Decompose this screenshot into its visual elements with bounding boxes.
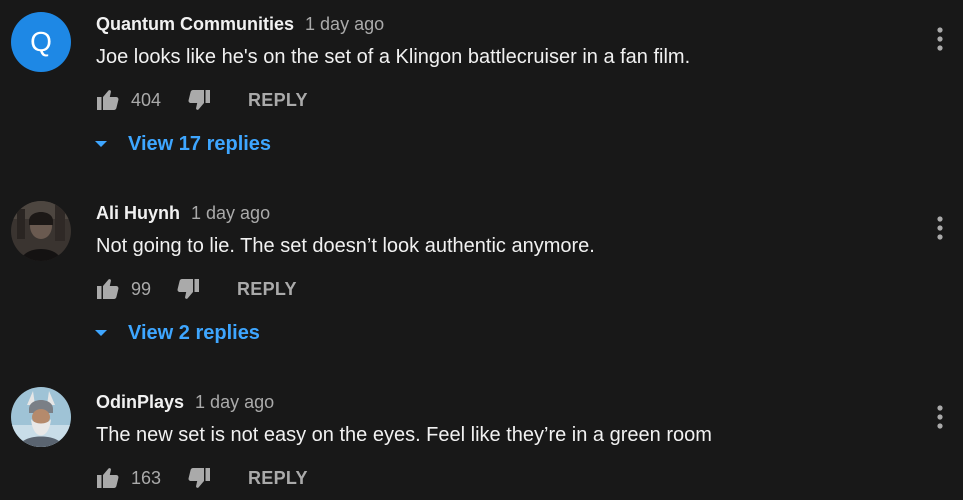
like-count: 404: [131, 90, 162, 110]
comment-text: Not going to lie. The set doesn’t look a…: [96, 235, 595, 257]
avatar-letter: Q: [30, 26, 52, 57]
comment-thread: Q Quantum Communities 1 day ago Joe look…: [0, 12, 963, 162]
comment-thread: OdinPlays 1 day ago The new set is not e…: [0, 387, 963, 500]
comment-text: Joe looks like he's on the set of a Klin…: [96, 46, 691, 68]
comment-timestamp[interactable]: 1 day ago: [191, 203, 270, 223]
avatar-image: [11, 387, 71, 447]
thumbs-up-icon[interactable]: [96, 277, 120, 301]
like-count: 99: [131, 279, 152, 299]
author-name[interactable]: Quantum Communities: [96, 14, 294, 34]
reply-button[interactable]: REPLY: [248, 466, 308, 490]
comment-thread: Ali Huynh 1 day ago Not going to lie. Th…: [0, 201, 963, 351]
more-vertical-icon[interactable]: [930, 402, 950, 432]
thumbs-up-icon[interactable]: [96, 88, 120, 112]
comment-header: OdinPlays 1 day ago: [96, 390, 274, 414]
thumbs-up-icon[interactable]: [96, 466, 120, 490]
more-vertical-icon[interactable]: [930, 24, 950, 54]
chevron-down-icon: [95, 330, 107, 336]
author-name[interactable]: OdinPlays: [96, 392, 184, 412]
view-replies-label: View 2 replies: [128, 322, 260, 344]
like-count: 163: [131, 468, 162, 488]
avatar[interactable]: Q: [11, 12, 71, 72]
comment-header: Ali Huynh 1 day ago: [96, 201, 270, 225]
author-name[interactable]: Ali Huynh: [96, 203, 180, 223]
thumbs-down-icon[interactable]: [187, 466, 211, 490]
avatar[interactable]: [11, 201, 71, 261]
chevron-down-icon: [95, 141, 107, 147]
view-replies-label: View 17 replies: [128, 133, 272, 155]
thumbs-down-icon[interactable]: [176, 277, 200, 301]
reply-button[interactable]: REPLY: [248, 88, 308, 112]
comment-header: Quantum Communities 1 day ago: [96, 12, 384, 36]
comment-timestamp[interactable]: 1 day ago: [305, 14, 384, 34]
avatar[interactable]: [11, 387, 71, 447]
avatar-image: [11, 201, 71, 261]
more-vertical-icon[interactable]: [930, 213, 950, 243]
comment-timestamp[interactable]: 1 day ago: [195, 392, 274, 412]
thumbs-down-icon[interactable]: [187, 88, 211, 112]
reply-button[interactable]: REPLY: [237, 277, 297, 301]
comment-text: The new set is not easy on the eyes. Fee…: [96, 424, 712, 446]
